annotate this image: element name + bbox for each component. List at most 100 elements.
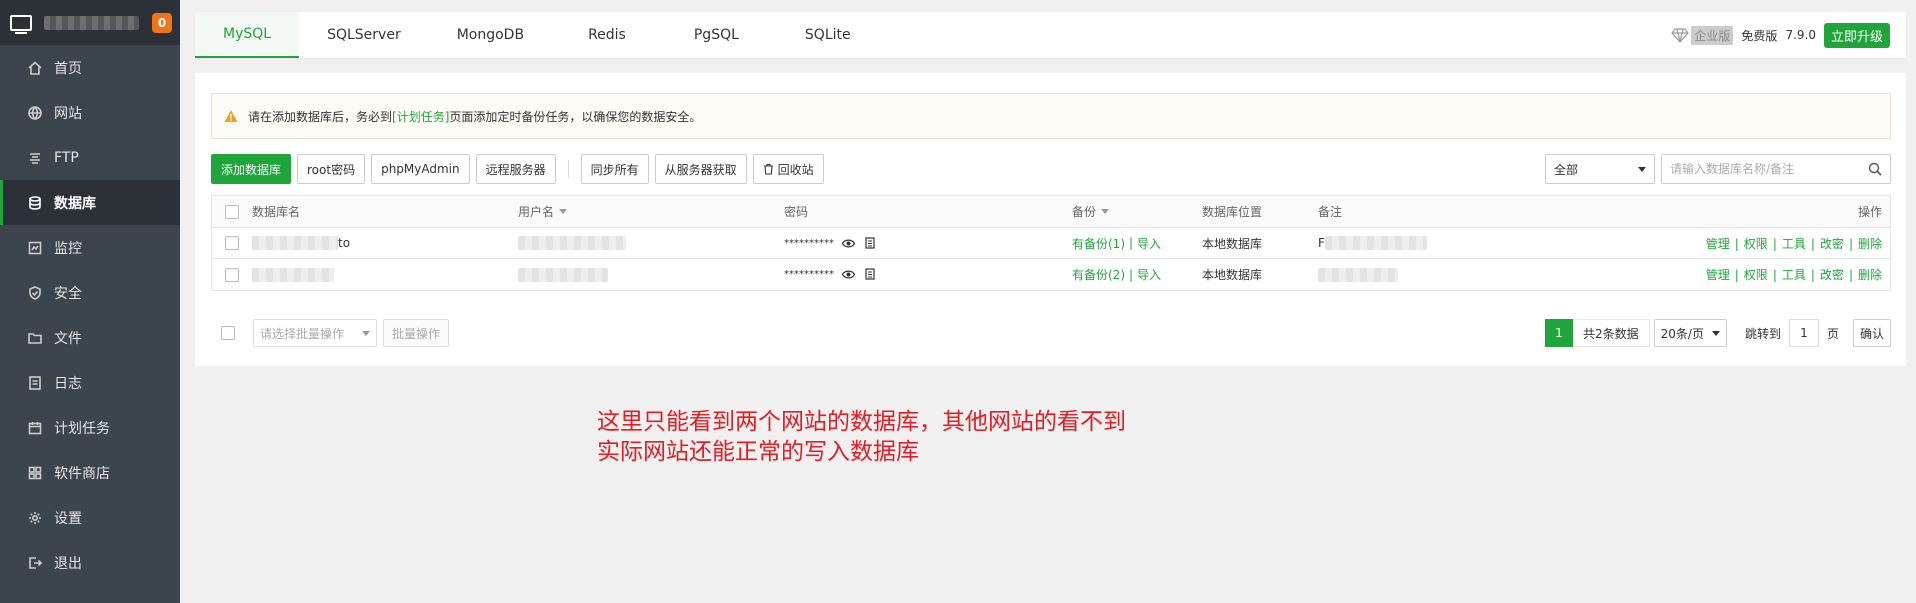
sidebar-item-logout[interactable]: 退出 (0, 540, 180, 585)
sidebar-item-settings[interactable]: 设置 (0, 495, 180, 540)
confirm-jump-button[interactable]: 确认 (1852, 319, 1891, 347)
change-password-link[interactable]: 改密 (1820, 237, 1844, 251)
fetch-from-server-button[interactable]: 从服务器获取 (654, 154, 747, 184)
batch-operation-select[interactable]: 请选择批量操作 (253, 319, 377, 347)
db-note[interactable] (1318, 267, 1680, 282)
import-link[interactable]: 导入 (1137, 266, 1161, 283)
backup-link[interactable]: 有备份(1) (1072, 235, 1125, 252)
sync-all-button[interactable]: 同步所有 (580, 154, 649, 184)
db-name[interactable]: to (252, 236, 518, 251)
sidebar-item-database[interactable]: 数据库 (0, 180, 180, 225)
chevron-down-icon (362, 330, 370, 336)
notification-badge[interactable]: 0 (152, 13, 172, 33)
row-actions: 管理 | 权限 | 工具 | 改密 | 删除 (1680, 235, 1890, 252)
header-ops: 操作 (1857, 205, 1882, 219)
permission-link[interactable]: 权限 (1744, 268, 1768, 282)
db-location: 本地数据库 (1202, 236, 1263, 251)
home-icon (26, 59, 44, 77)
folder-icon (26, 329, 44, 347)
divider: | (1810, 268, 1815, 282)
db-note[interactable]: F (1318, 236, 1680, 251)
header-backup[interactable]: 备份 (1072, 203, 1202, 220)
shield-icon (26, 284, 44, 302)
root-password-button[interactable]: root密码 (297, 154, 366, 184)
manage-link[interactable]: 管理 (1706, 237, 1730, 251)
phpmyadmin-button[interactable]: phpMyAdmin (371, 154, 470, 184)
sidebar-item-store[interactable]: 软件商店 (0, 450, 180, 495)
jump-page-input[interactable]: 1 (1788, 319, 1819, 347)
delete-link[interactable]: 删除 (1858, 237, 1882, 251)
sidebar: 0 首页 网站 FTP 数据库 监控 安全 文件 日志 计划任务 软件商店 设置… (0, 0, 180, 603)
sidebar-item-label: 首页 (54, 60, 82, 77)
recycle-bin-button[interactable]: 回收站 (752, 154, 824, 184)
tab-mongodb[interactable]: MongoDB (429, 12, 552, 58)
toolbar-divider (567, 160, 569, 178)
import-link[interactable]: 导入 (1137, 235, 1161, 252)
eye-icon[interactable] (842, 237, 855, 250)
sidebar-item-label: 文件 (54, 330, 82, 347)
manage-link[interactable]: 管理 (1706, 268, 1730, 282)
backup-link[interactable]: 有备份(2) (1072, 266, 1125, 283)
jump-label: 跳转到 (1744, 326, 1781, 341)
sidebar-item-monitor[interactable]: 监控 (0, 225, 180, 270)
sidebar-item-logs[interactable]: 日志 (0, 360, 180, 405)
delete-link[interactable]: 删除 (1858, 268, 1882, 282)
add-database-button[interactable]: 添加数据库 (211, 154, 292, 184)
tab-mysql[interactable]: MySQL (195, 12, 300, 58)
tab-pgsql[interactable]: PgSQL (662, 12, 771, 58)
header-password: 密码 (784, 205, 809, 219)
cron-task-link[interactable]: [计划任务] (392, 108, 449, 125)
sidebar-item-security[interactable]: 安全 (0, 270, 180, 315)
row-checkbox[interactable] (225, 267, 239, 282)
header-note: 备注 (1318, 205, 1343, 219)
trash-icon (763, 163, 773, 175)
sidebar-item-label: 监控 (54, 240, 82, 257)
main-panel: 请在添加数据库后，务必到 [计划任务] 页面添加定时备份任务，以确保您的数据安全… (195, 73, 1906, 366)
page-unit-label: 页 (1826, 326, 1839, 341)
row-checkbox[interactable] (225, 236, 239, 250)
sidebar-item-cron[interactable]: 计划任务 (0, 405, 180, 450)
version-label: 7.9.0 (1785, 28, 1816, 42)
redacted-text (518, 236, 626, 250)
upgrade-button[interactable]: 立即升级 (1823, 22, 1890, 48)
footer-select-all-checkbox[interactable] (221, 326, 235, 340)
current-page[interactable]: 1 (1544, 319, 1573, 347)
password-mask: ********** (784, 269, 834, 280)
eye-icon[interactable] (842, 268, 855, 281)
category-filter-select[interactable]: 全部 (1545, 154, 1655, 184)
permission-link[interactable]: 权限 (1744, 237, 1768, 251)
tools-link[interactable]: 工具 (1782, 268, 1806, 282)
chevron-down-icon (1638, 166, 1646, 172)
remote-server-button[interactable]: 远程服务器 (475, 154, 556, 184)
search-icon[interactable] (1860, 162, 1890, 176)
change-password-link[interactable]: 改密 (1820, 268, 1844, 282)
header-user[interactable]: 用户名 (518, 203, 784, 220)
copy-icon[interactable] (863, 236, 876, 250)
batch-operation-button[interactable]: 批量操作 (383, 319, 450, 347)
enterprise-badge[interactable]: 企业版 (1671, 25, 1734, 45)
sidebar-item-website[interactable]: 网站 (0, 90, 180, 135)
divider: | (1734, 268, 1739, 282)
redacted-text (1318, 267, 1398, 282)
log-icon (26, 374, 44, 392)
tab-sqlserver[interactable]: SQLServer (299, 12, 429, 58)
note-prefix: F (1318, 235, 1325, 250)
db-name[interactable] (252, 267, 518, 282)
db-password: ********** (784, 236, 1072, 250)
tab-sqlite[interactable]: SQLite (771, 12, 885, 58)
sidebar-item-home[interactable]: 首页 (0, 45, 180, 90)
sidebar-item-files[interactable]: 文件 (0, 315, 180, 360)
sidebar-item-ftp[interactable]: FTP (0, 135, 180, 180)
page-size-value: 20条/页 (1660, 326, 1704, 341)
search-input[interactable] (1662, 155, 1860, 183)
copy-icon[interactable] (863, 268, 876, 281)
toolbar: 添加数据库 root密码 phpMyAdmin 远程服务器 同步所有 从服务器获… (211, 154, 1891, 184)
database-type-tabs: MySQL SQLServer MongoDB Redis PgSQL SQLi… (195, 12, 1906, 58)
page-size-select[interactable]: 20条/页 (1653, 319, 1727, 347)
tab-redis[interactable]: Redis (552, 12, 662, 58)
select-all-checkbox[interactable] (225, 204, 239, 219)
tools-link[interactable]: 工具 (1782, 237, 1806, 251)
table-row: ********** 有备份(2) | 导入 本地数据库 管理 | 权限 | 工具 | 改密 | 删… (212, 259, 1890, 290)
edition-label: 免费版 (1741, 28, 1778, 43)
sidebar-item-label: FTP (54, 149, 79, 166)
